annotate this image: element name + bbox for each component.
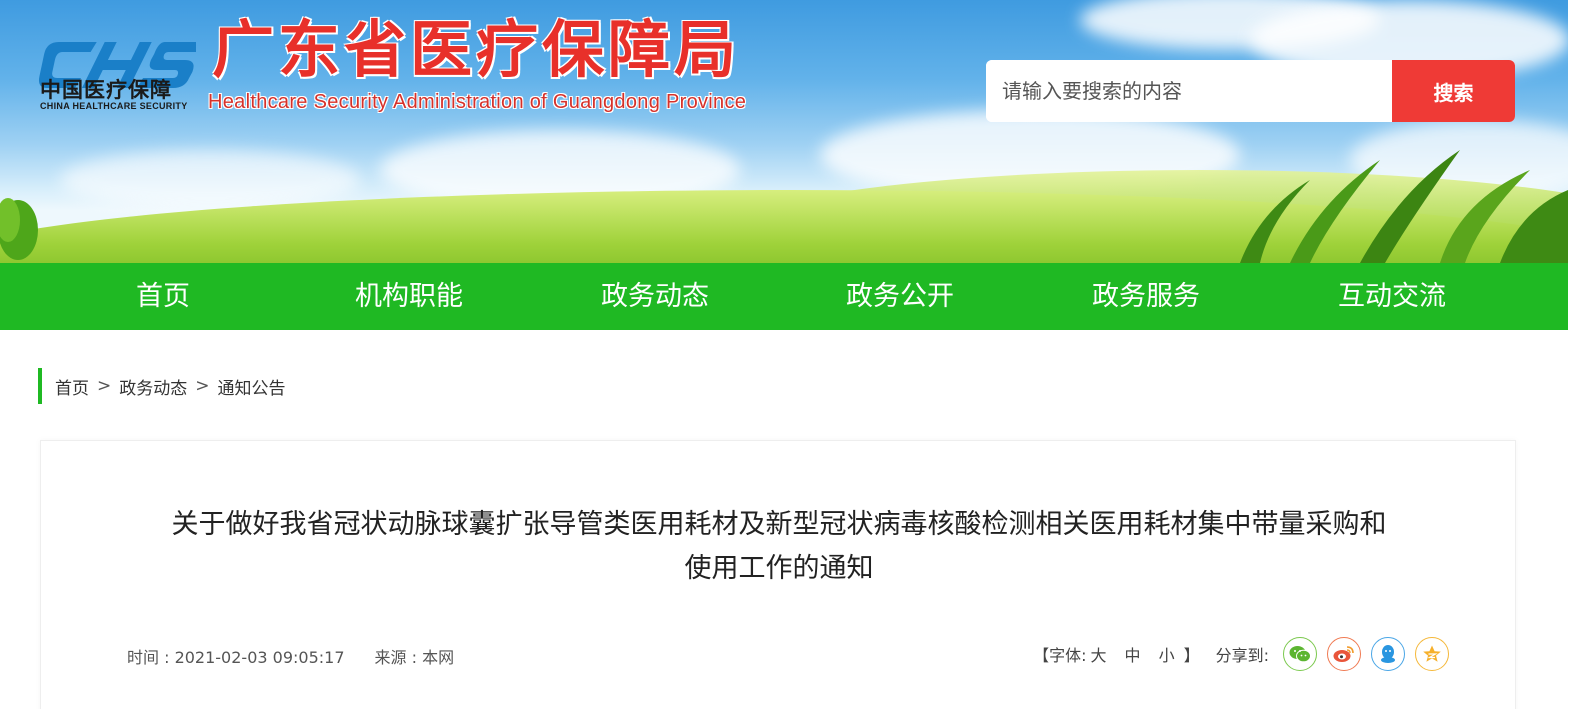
article-source: 来源 : 本网 <box>374 648 455 667</box>
header-banner: 中国医疗保障 CHINA HEALTHCARE SECURITY 广东省医疗保障… <box>0 0 1568 263</box>
weibo-icon[interactable] <box>1327 637 1361 671</box>
search-button[interactable]: 搜索 <box>1392 60 1515 122</box>
nav-item-disclosure[interactable]: 政务公开 <box>846 263 954 330</box>
nav-item-services[interactable]: 政务服务 <box>1092 263 1200 330</box>
qq-icon[interactable] <box>1371 637 1405 671</box>
publish-time: 时间 : 2021-02-03 09:05:17 <box>127 648 345 667</box>
font-size-medium[interactable]: 中 <box>1125 642 1141 666</box>
share-label: 分享到: <box>1215 646 1269 665</box>
font-size-small[interactable]: 小 <box>1159 642 1175 666</box>
article-tools: 【字体: 大 中 小 】 分享到: <box>1033 637 1449 671</box>
main-nav: 首页 机构职能 政务动态 政务公开 政务服务 互动交流 <box>0 263 1568 330</box>
breadcrumb-separator: > <box>195 376 210 396</box>
article-card: 关于做好我省冠状动脉球囊扩张导管类医用耗材及新型冠状病毒核酸检测相关医用耗材集中… <box>40 440 1516 709</box>
leaf-decoration <box>0 198 38 260</box>
article-meta: 时间 : 2021-02-03 09:05:17 来源 : 本网 <box>127 644 454 668</box>
article-title-line: 使用工作的通知 <box>684 553 874 584</box>
nav-item-news[interactable]: 政务动态 <box>601 263 709 330</box>
search-input[interactable] <box>986 60 1392 122</box>
nav-item-home[interactable]: 首页 <box>136 263 190 330</box>
breadcrumb-notices[interactable]: 通知公告 <box>218 374 286 399</box>
breadcrumb-home[interactable]: 首页 <box>55 374 89 399</box>
logo-english-text: CHINA HEALTHCARE SECURITY <box>40 101 188 111</box>
wechat-icon[interactable] <box>1283 637 1317 671</box>
nav-item-interaction[interactable]: 互动交流 <box>1338 263 1446 330</box>
cloud <box>60 150 360 210</box>
breadcrumb-news[interactable]: 政务动态 <box>119 374 187 399</box>
article-title: 关于做好我省冠状动脉球囊扩张导管类医用耗材及新型冠状病毒核酸检测相关医用耗材集中… <box>41 503 1517 591</box>
qzone-icon[interactable] <box>1415 637 1449 671</box>
font-size-bracket: 】 <box>1183 646 1200 665</box>
breadcrumb: 首页 > 政务动态 > 通知公告 <box>38 368 286 404</box>
search-box: 搜索 <box>986 60 1515 122</box>
font-size-label: 【字体: <box>1033 646 1087 665</box>
grass-blades <box>1240 150 1568 263</box>
logo-chinese-text: 中国医疗保障 <box>40 78 172 102</box>
font-size-control: 【字体: 大 中 小 】 <box>1033 642 1199 666</box>
nav-item-institution[interactable]: 机构职能 <box>355 263 463 330</box>
article-title-line: 关于做好我省冠状动脉球囊扩张导管类医用耗材及新型冠状病毒核酸检测相关医用耗材集中… <box>171 509 1387 540</box>
site-title: 广东省医疗保障局 <box>212 13 741 86</box>
breadcrumb-separator: > <box>97 376 112 396</box>
font-size-large[interactable]: 大 <box>1091 642 1107 666</box>
site-subtitle: Healthcare Security Administration of Gu… <box>208 91 747 113</box>
